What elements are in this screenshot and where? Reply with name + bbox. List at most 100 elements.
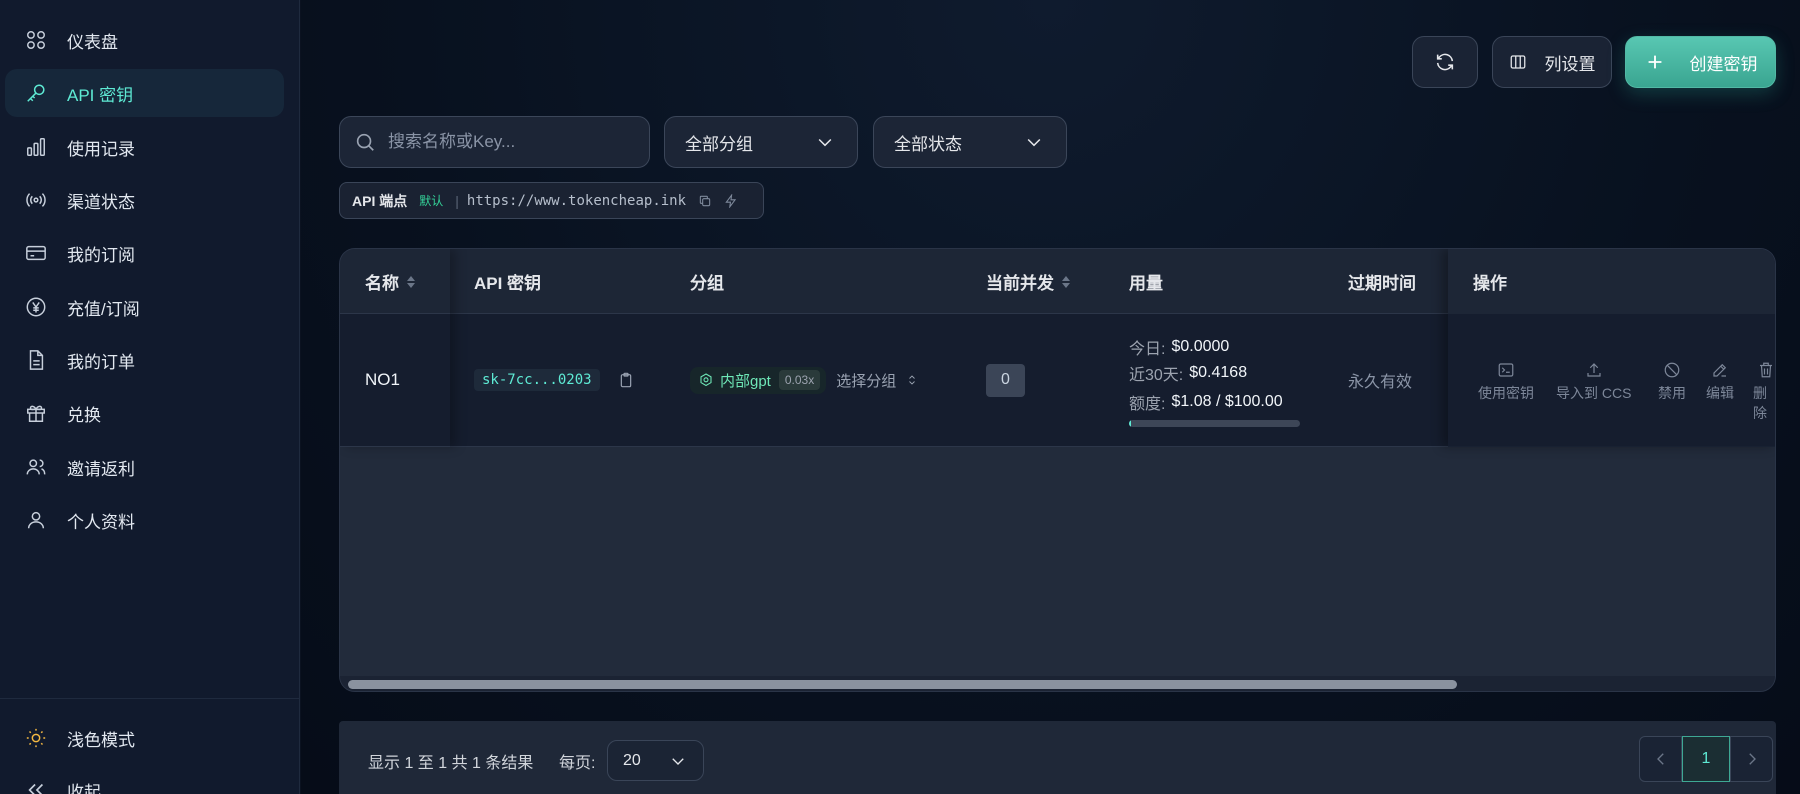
per-page-select[interactable]: 20 — [607, 740, 704, 781]
sidebar-item-dashboard[interactable]: 仪表盘 — [5, 16, 284, 64]
sidebar-item-label: 邀请返利 — [67, 459, 135, 479]
page-button-current[interactable]: 1 — [1682, 736, 1730, 782]
column-header-actions: 操作 — [1473, 249, 1507, 314]
sidebar: 仪表盘 API 密钥 使用记录 渠道状态 我的订阅 充值/订阅 我的订单 兑换 … — [0, 0, 300, 794]
lightning-icon[interactable] — [724, 193, 738, 208]
group-select-value: 全部分组 — [685, 134, 753, 154]
chevron-down-icon — [1024, 132, 1044, 152]
grid-icon — [25, 28, 59, 52]
import-ccs-button[interactable]: 导入到 CCS — [1556, 361, 1631, 403]
clipboard-icon[interactable] — [618, 372, 634, 388]
sidebar-item-referral[interactable]: 邀请返利 — [5, 443, 284, 491]
search-input[interactable] — [388, 132, 618, 152]
refresh-icon — [1434, 51, 1456, 73]
openai-icon — [700, 373, 712, 387]
terminal-icon — [1498, 363, 1514, 377]
endpoint-label: API 端点 — [352, 192, 408, 209]
gift-icon — [25, 401, 59, 425]
quota-progress-fill — [1129, 420, 1131, 427]
search-field[interactable] — [339, 116, 650, 168]
key-icon — [25, 81, 59, 105]
disable-button[interactable]: 禁用 — [1658, 361, 1686, 403]
document-icon — [25, 348, 59, 372]
edit-label: 编辑 — [1706, 385, 1734, 401]
sidebar-divider — [0, 698, 300, 699]
delete-button[interactable]: 删除 — [1753, 361, 1775, 423]
chevron-down-icon — [669, 752, 687, 770]
theme-toggle-label: 浅色模式 — [67, 730, 135, 750]
collapse-sidebar-button[interactable]: 收起 — [5, 766, 284, 794]
header-label: 当前并发 — [986, 274, 1054, 293]
horizontal-scrollbar-thumb[interactable] — [348, 680, 1457, 689]
column-header-group: 分组 — [690, 249, 724, 314]
quota-value: $1.08 / $100.00 — [1171, 393, 1283, 410]
import-ccs-label: 导入到 CCS — [1556, 385, 1632, 401]
prev-page-button[interactable] — [1639, 736, 1682, 782]
chevron-updown-icon — [906, 373, 918, 387]
create-key-button[interactable]: 创建密钥 — [1625, 36, 1776, 88]
column-header-concurrency[interactable]: 当前并发 — [986, 249, 1070, 314]
select-group-dropdown[interactable]: 选择分组 — [836, 370, 918, 391]
header-label: 用量 — [1129, 274, 1163, 293]
column-settings-button[interactable]: 列设置 — [1492, 36, 1612, 88]
sidebar-item-label: 渠道状态 — [67, 192, 135, 212]
use-key-label: 使用密钥 — [1478, 385, 1534, 401]
sidebar-item-label: 兑换 — [67, 405, 101, 425]
sidebar-item-label: 个人资料 — [67, 512, 135, 532]
copy-icon[interactable] — [698, 194, 712, 208]
trash-icon — [1759, 362, 1772, 378]
group-cell: 内部gpt 0.03x 选择分组 — [690, 365, 918, 395]
header-label: 操作 — [1473, 274, 1507, 293]
api-key-value: sk-7cc...0203 — [474, 369, 600, 391]
broadcast-icon — [25, 188, 59, 212]
sidebar-item-profile[interactable]: 个人资料 — [5, 496, 284, 544]
per-page-value: 20 — [623, 751, 641, 769]
header-label: 过期时间 — [1348, 274, 1416, 293]
sidebar-item-subscriptions[interactable]: 我的订阅 — [5, 229, 284, 277]
collapse-label: 收起 — [67, 782, 101, 794]
endpoint-url: https://www.tokencheap.ink — [466, 192, 687, 209]
today-label: 今日: — [1129, 341, 1166, 358]
key-value-cell: sk-7cc...0203 — [474, 365, 634, 395]
credit-card-icon — [25, 241, 59, 265]
sidebar-item-label: 使用记录 — [67, 139, 135, 159]
column-header-expiry: 过期时间 — [1348, 249, 1448, 314]
theme-toggle[interactable]: 浅色模式 — [5, 714, 284, 762]
header-label: API 密钥 — [474, 274, 542, 293]
search-icon — [354, 131, 376, 153]
status-select-value: 全部状态 — [894, 134, 962, 154]
sidebar-item-label: 充值/订阅 — [67, 299, 140, 319]
users-icon — [25, 455, 59, 479]
sidebar-item-label: 我的订单 — [67, 352, 135, 372]
api-keys-table: 名称 API 密钥 分组 当前并发 用量 过期时间 NO1 sk-7cc...0… — [339, 248, 1776, 692]
sidebar-item-label: 我的订阅 — [67, 245, 135, 265]
per-page-label: 每页: — [559, 755, 596, 772]
next-page-button[interactable] — [1730, 736, 1773, 782]
sidebar-item-channel-status[interactable]: 渠道状态 — [5, 176, 284, 224]
group-name: 内部gpt — [720, 372, 771, 390]
status-select[interactable]: 全部状态 — [873, 116, 1067, 168]
use-key-button[interactable]: 使用密钥 — [1478, 361, 1534, 403]
sort-icon — [1062, 275, 1070, 288]
sun-icon — [25, 726, 59, 750]
concurrency-cell: 0 — [986, 363, 1025, 397]
sidebar-item-usage[interactable]: 使用记录 — [5, 123, 284, 171]
month-label: 近30天: — [1129, 367, 1184, 384]
chevron-right-icon — [1748, 753, 1756, 765]
sidebar-item-api-keys[interactable]: API 密钥 — [5, 69, 284, 117]
pagination-footer: 显示 1 至 1 共 1 条结果 每页: 20 1 — [339, 721, 1776, 794]
sidebar-item-redeem[interactable]: 兑换 — [5, 389, 284, 437]
column-header-usage: 用量 — [1129, 249, 1163, 314]
sidebar-item-recharge[interactable]: 充值/订阅 — [5, 283, 284, 331]
group-select[interactable]: 全部分组 — [664, 116, 858, 168]
sidebar-item-orders[interactable]: 我的订单 — [5, 336, 284, 384]
refresh-button[interactable] — [1412, 36, 1478, 88]
api-endpoint-bar: API 端点 默认 | https://www.tokencheap.ink — [339, 182, 764, 219]
month-value: $0.4168 — [1189, 364, 1248, 381]
disable-label: 禁用 — [1658, 385, 1686, 401]
endpoint-default-badge: 默认 — [419, 194, 444, 208]
columns-icon — [1509, 53, 1527, 71]
edit-button[interactable]: 编辑 — [1706, 361, 1734, 403]
endpoint-separator: | — [455, 192, 459, 209]
user-icon — [25, 508, 59, 532]
